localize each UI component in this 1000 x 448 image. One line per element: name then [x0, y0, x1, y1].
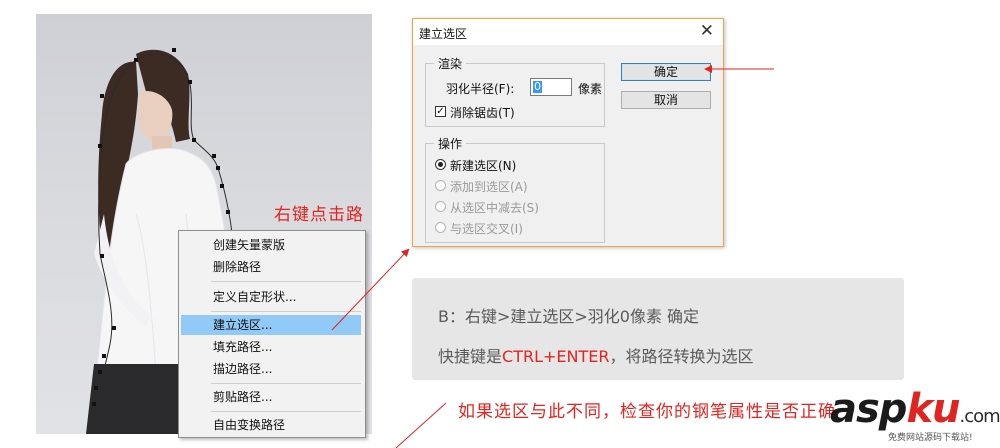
logo-dotcom: .com	[959, 406, 1000, 427]
site-logo: aspku.com 免费网站源码下载站!	[830, 386, 1000, 448]
annotation-arrows	[331, 65, 774, 448]
logo-wordmark: aspku.com	[830, 386, 1000, 432]
logo-ku: ku	[906, 386, 960, 432]
warning-pointer-line	[395, 402, 447, 448]
logo-tagline: 免费网站源码下载站!	[888, 433, 973, 443]
logo-asp: asp	[830, 386, 907, 432]
arrow-to-dialog	[331, 248, 410, 331]
